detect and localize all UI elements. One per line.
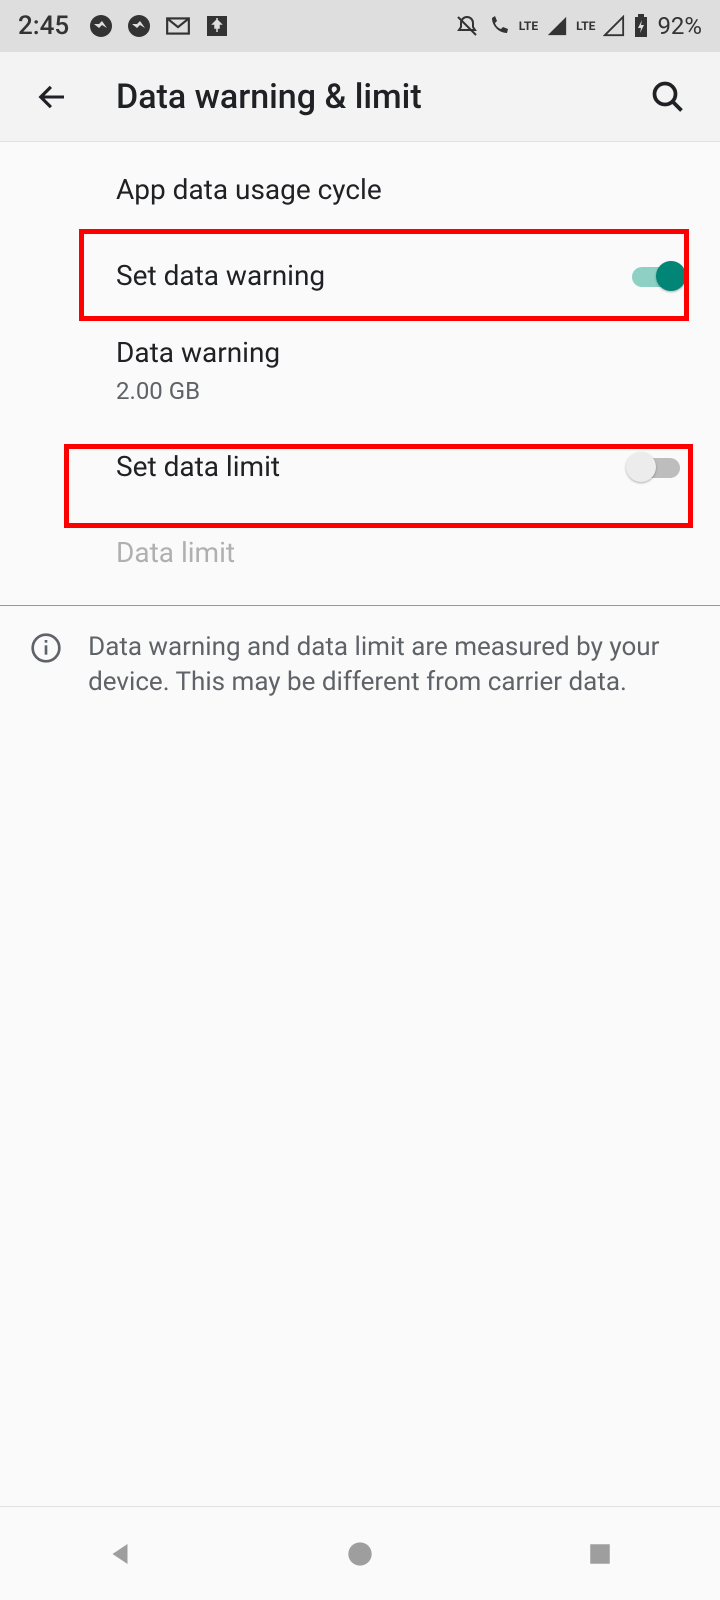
messenger-icon <box>89 14 113 38</box>
nav-home-button[interactable] <box>300 1524 420 1584</box>
navigation-bar <box>0 1506 720 1600</box>
lte-icon: LTE <box>519 19 538 33</box>
data-warning-row[interactable]: Data warning 2.00 GB <box>0 318 720 423</box>
search-button[interactable] <box>644 73 692 121</box>
back-button[interactable] <box>28 73 76 121</box>
row-title: Data limit <box>116 536 686 569</box>
set-data-warning-row[interactable]: Set data warning <box>0 232 720 318</box>
signal-icon <box>546 15 568 37</box>
set-data-limit-row[interactable]: Set data limit <box>0 423 720 509</box>
info-row: Data warning and data limit are measured… <box>0 606 720 724</box>
battery-charging-icon <box>633 14 649 38</box>
nav-recent-button[interactable] <box>540 1524 660 1584</box>
messenger-icon <box>127 14 151 38</box>
row-title: Set data warning <box>116 259 626 292</box>
wifi-calling-icon <box>487 14 511 38</box>
row-title: Data warning <box>116 336 686 369</box>
info-icon <box>30 630 62 700</box>
status-time: 2:45 <box>18 11 69 41</box>
page-title: Data warning & limit <box>116 77 644 117</box>
row-title: Set data limit <box>116 450 626 483</box>
set-data-warning-toggle[interactable] <box>626 257 686 293</box>
settings-list: App data usage cycle Set data warning Da… <box>0 142 720 724</box>
row-title: App data usage cycle <box>116 173 686 206</box>
dnd-icon <box>455 14 479 38</box>
usb-icon <box>205 14 229 38</box>
app-data-usage-cycle-row[interactable]: App data usage cycle <box>0 146 720 232</box>
info-text: Data warning and data limit are measured… <box>62 630 686 700</box>
lte-icon: LTE <box>576 19 595 33</box>
app-bar: Data warning & limit <box>0 52 720 142</box>
set-data-limit-toggle[interactable] <box>626 448 686 484</box>
data-limit-row: Data limit <box>0 509 720 595</box>
nav-back-button[interactable] <box>60 1524 180 1584</box>
row-subtitle: 2.00 GB <box>116 377 686 405</box>
gmail-icon <box>165 13 191 39</box>
divider <box>0 605 720 606</box>
battery-percent: 92% <box>657 12 702 40</box>
status-bar: 2:45 LTE LTE 92% <box>0 0 720 52</box>
signal-empty-icon <box>603 15 625 37</box>
